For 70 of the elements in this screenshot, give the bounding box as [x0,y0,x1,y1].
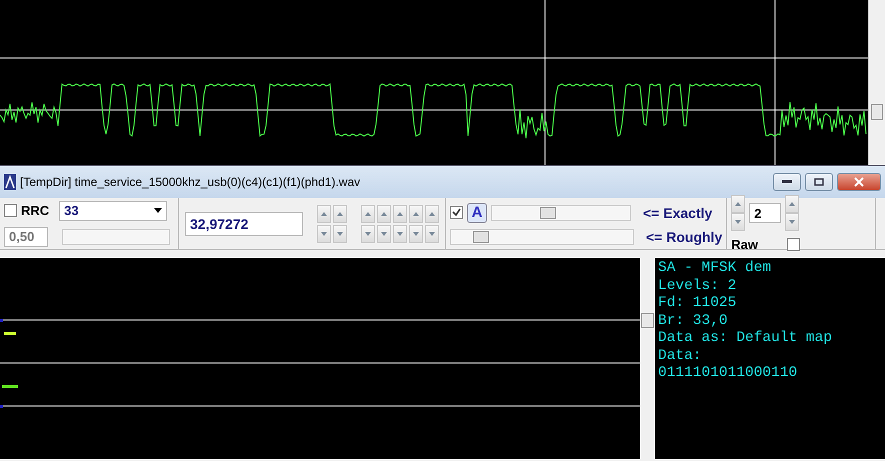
rrc-checkbox[interactable] [4,204,17,217]
levels-field[interactable]: 2 [749,203,782,223]
spin-down-button[interactable] [731,213,746,231]
rate-dropdown[interactable]: 33 [59,200,168,220]
slider[interactable] [450,228,634,244]
up-arrow-icon [365,212,371,216]
output-line: Levels: 2 [658,278,738,295]
spin-down-button[interactable] [409,224,423,242]
output-line: Br: 33,0 [658,312,729,330]
auto-button[interactable]: A [467,202,487,222]
up-arrow-icon [381,212,387,216]
slider-thumb[interactable] [540,206,556,218]
spin-down-button[interactable] [317,224,331,242]
spin-down-button[interactable] [361,224,375,242]
output-line: 0111101011000110 [658,365,798,382]
up-arrow-icon [735,202,742,206]
down-arrow-icon [413,232,419,236]
slider-thumb[interactable] [472,230,489,242]
down-arrow-icon [429,232,435,236]
output-line: Data: [658,348,703,365]
window-title: [TempDir] time_service_15000khz_usb(0)(c4)(c1)(f1)(phd1).wav [20,175,362,189]
up-arrow-icon [429,212,435,216]
up-arrow-icon [321,212,327,216]
spin-down-button[interactable] [333,224,347,242]
close-button[interactable] [837,173,881,191]
spin-up-button[interactable] [317,204,331,222]
check-icon [452,208,461,217]
up-arrow-icon [397,212,403,216]
minimize-icon [782,180,792,184]
rolloff-field[interactable]: 0,50 [4,226,48,246]
scrollbar[interactable] [62,228,170,244]
down-arrow-icon [381,232,387,236]
up-arrow-icon [789,202,796,206]
close-icon [854,177,864,187]
spin-down-button[interactable] [393,224,407,242]
auto-checkbox[interactable] [450,206,463,219]
spin-up-button[interactable] [361,204,375,222]
app-icon [4,174,16,190]
slider-label: <= Roughly [646,228,722,244]
spin-down-button[interactable] [425,224,439,242]
spin-up-button[interactable] [425,204,439,222]
spin-up-button[interactable] [409,204,423,222]
spin-down-button[interactable] [785,213,800,231]
down-arrow-icon [365,232,371,236]
raw-label: Raw [731,237,759,252]
minimize-button[interactable] [773,173,801,191]
rrc-label: RRC [21,203,50,218]
raw-checkbox[interactable] [787,238,800,251]
slider-label: <= Exactly [643,204,712,220]
dropdown-arrow-icon [154,208,162,213]
slider[interactable] [491,204,631,220]
output-line: Data as: Default map [658,330,834,348]
spin-up-button[interactable] [393,204,407,222]
up-arrow-icon [337,212,343,216]
maximize-button[interactable] [805,173,833,191]
down-arrow-icon [735,220,742,224]
output-line: Fd: 11025 [658,295,738,312]
down-arrow-icon [321,232,327,236]
spin-up-button[interactable] [333,204,347,222]
down-arrow-icon [337,232,343,236]
down-arrow-icon [789,220,796,224]
down-arrow-icon [397,232,403,236]
spin-up-button[interactable] [377,204,391,222]
maximize-icon [814,178,824,186]
spin-down-button[interactable] [377,224,391,242]
spin-up-button[interactable] [731,195,746,213]
up-arrow-icon [413,212,419,216]
output-line: SA - MFSK dem [658,260,772,278]
rate-field[interactable]: 32,97272 [185,212,303,236]
scrollbar[interactable] [868,0,885,165]
